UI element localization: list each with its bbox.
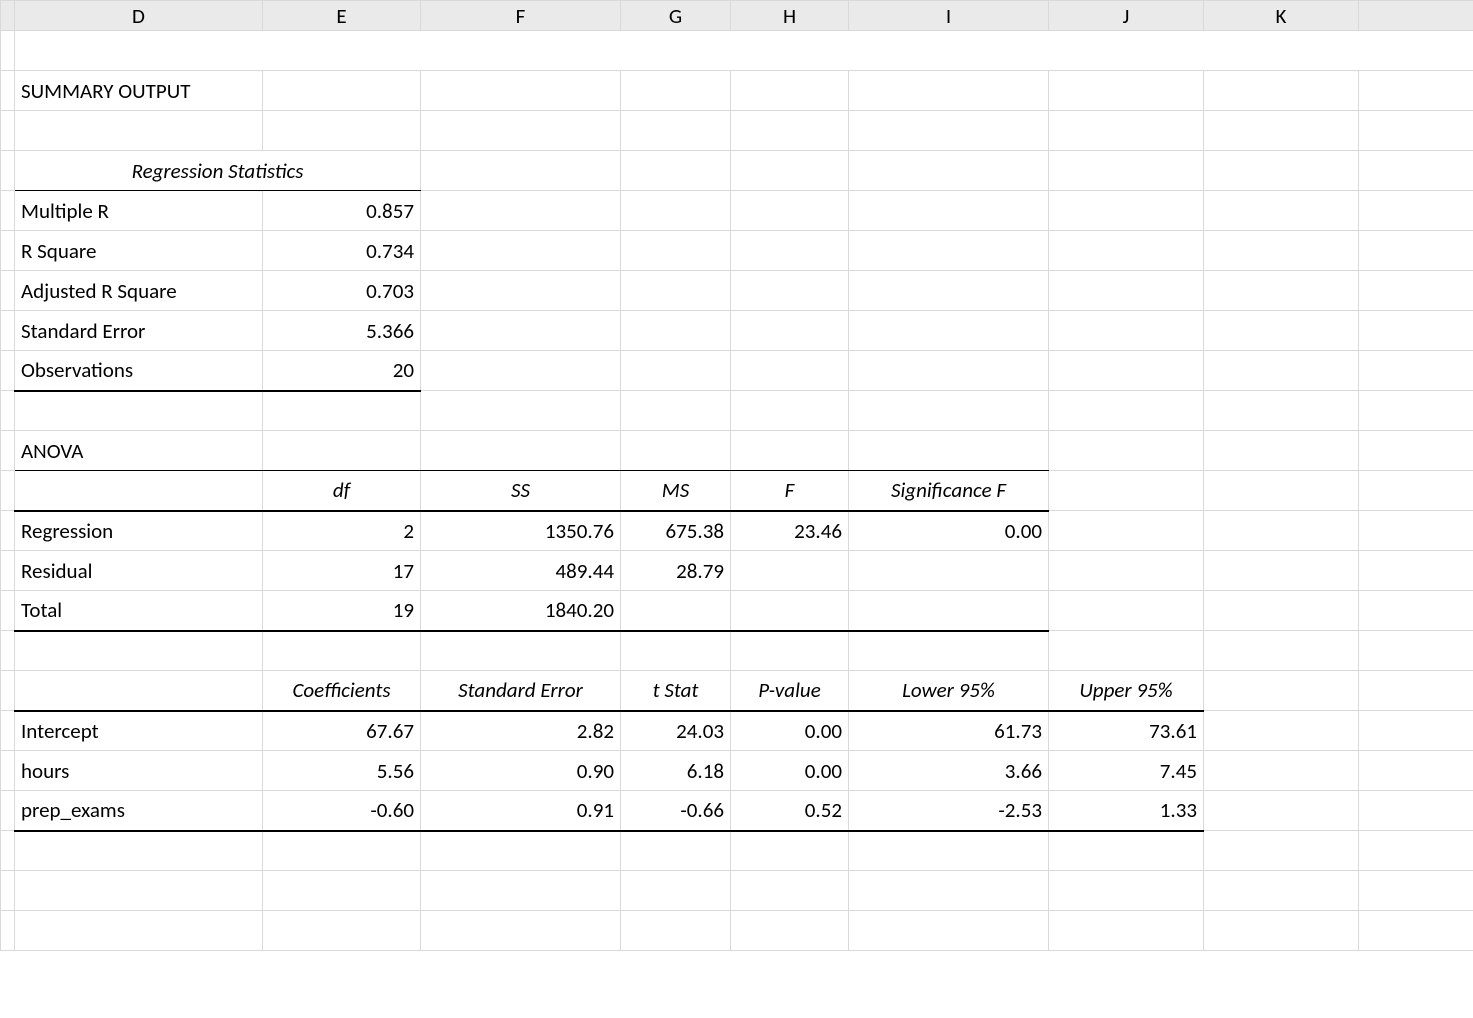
coef-row-prep-exams-label[interactable]: prep_exams [15,791,263,831]
anova-row-residual-f[interactable] [731,551,849,591]
col-header-F[interactable]: F [421,1,621,31]
spreadsheet-grid[interactable]: D E F G H I J K SUMMARY OUTPUT Regressio… [0,0,1473,951]
stat-label-observations[interactable]: Observations [15,351,263,391]
coef-row-hours-t[interactable]: 6.18 [621,751,731,791]
col-header-J[interactable]: J [1049,1,1204,31]
anova-header-f[interactable]: F [731,471,849,511]
coef-header-se[interactable]: Standard Error [421,671,621,711]
anova-row-residual-sigf[interactable] [849,551,1049,591]
coef-row-prep-exams-hi[interactable]: 1.33 [1049,791,1204,831]
stat-label-multiple-r[interactable]: Multiple R [15,191,263,231]
stub-header [1,1,15,31]
stat-value-r-square[interactable]: 0.734 [263,231,421,271]
coef-row-hours-p[interactable]: 0.00 [731,751,849,791]
coef-header-lower95[interactable]: Lower 95% [849,671,1049,711]
coef-row-intercept-p[interactable]: 0.00 [731,711,849,751]
anova-header-ms[interactable]: MS [621,471,731,511]
coef-row-intercept-hi[interactable]: 73.61 [1049,711,1204,751]
anova-row-residual-label[interactable]: Residual [15,551,263,591]
anova-row-residual-ms[interactable]: 28.79 [621,551,731,591]
anova-header-ss[interactable]: SS [421,471,621,511]
anova-row-regression-label[interactable]: Regression [15,511,263,551]
coef-row-hours-coef[interactable]: 5.56 [263,751,421,791]
anova-row-total-ms[interactable] [621,591,731,631]
coef-row-hours-label[interactable]: hours [15,751,263,791]
anova-row-total-label[interactable]: Total [15,591,263,631]
col-header-G[interactable]: G [621,1,731,31]
stat-value-observations[interactable]: 20 [263,351,421,391]
anova-row-regression-ms[interactable]: 675.38 [621,511,731,551]
anova-title[interactable]: ANOVA [15,431,263,471]
col-header-I[interactable]: I [849,1,1049,31]
anova-row-total-sigf[interactable] [849,591,1049,631]
coef-header-upper95[interactable]: Upper 95% [1049,671,1204,711]
col-header-D[interactable]: D [15,1,263,31]
coef-row-hours-se[interactable]: 0.90 [421,751,621,791]
col-header-extra[interactable] [1359,1,1473,31]
stat-label-adj-r-square[interactable]: Adjusted R Square [15,271,263,311]
column-header-row: D E F G H I J K [1,1,1473,31]
coef-row-intercept-se[interactable]: 2.82 [421,711,621,751]
coef-header-tstat[interactable]: t Stat [621,671,731,711]
stat-value-std-error[interactable]: 5.366 [263,311,421,351]
coef-row-prep-exams-p[interactable]: 0.52 [731,791,849,831]
stat-value-multiple-r[interactable]: 0.857 [263,191,421,231]
stat-label-std-error[interactable]: Standard Error [15,311,263,351]
anova-header-df[interactable]: df [263,471,421,511]
anova-header-sigf[interactable]: Significance F [849,471,1049,511]
anova-row-total-f[interactable] [731,591,849,631]
anova-row-total-df[interactable]: 19 [263,591,421,631]
stat-label-r-square[interactable]: R Square [15,231,263,271]
stat-value-adj-r-square[interactable]: 0.703 [263,271,421,311]
regression-statistics-header[interactable]: Regression Statistics [15,151,421,191]
col-header-K[interactable]: K [1204,1,1359,31]
coef-row-intercept-coef[interactable]: 67.67 [263,711,421,751]
anova-row-regression-f[interactable]: 23.46 [731,511,849,551]
coef-row-intercept-lo[interactable]: 61.73 [849,711,1049,751]
coef-row-hours-lo[interactable]: 3.66 [849,751,1049,791]
coef-row-intercept-label[interactable]: Intercept [15,711,263,751]
coef-row-prep-exams-t[interactable]: -0.66 [621,791,731,831]
anova-row-regression-df[interactable]: 2 [263,511,421,551]
coef-row-prep-exams-coef[interactable]: -0.60 [263,791,421,831]
coef-row-hours-hi[interactable]: 7.45 [1049,751,1204,791]
anova-row-residual-ss[interactable]: 489.44 [421,551,621,591]
coef-row-prep-exams-lo[interactable]: -2.53 [849,791,1049,831]
summary-output-title[interactable]: SUMMARY OUTPUT [15,71,263,111]
anova-row-residual-df[interactable]: 17 [263,551,421,591]
coef-row-intercept-t[interactable]: 24.03 [621,711,731,751]
coef-header-pvalue[interactable]: P-value [731,671,849,711]
col-header-E[interactable]: E [263,1,421,31]
coef-row-prep-exams-se[interactable]: 0.91 [421,791,621,831]
anova-row-total-ss[interactable]: 1840.20 [421,591,621,631]
anova-row-regression-sigf[interactable]: 0.00 [849,511,1049,551]
coef-header-coefficients[interactable]: Coefficients [263,671,421,711]
col-header-H[interactable]: H [731,1,849,31]
anova-row-regression-ss[interactable]: 1350.76 [421,511,621,551]
